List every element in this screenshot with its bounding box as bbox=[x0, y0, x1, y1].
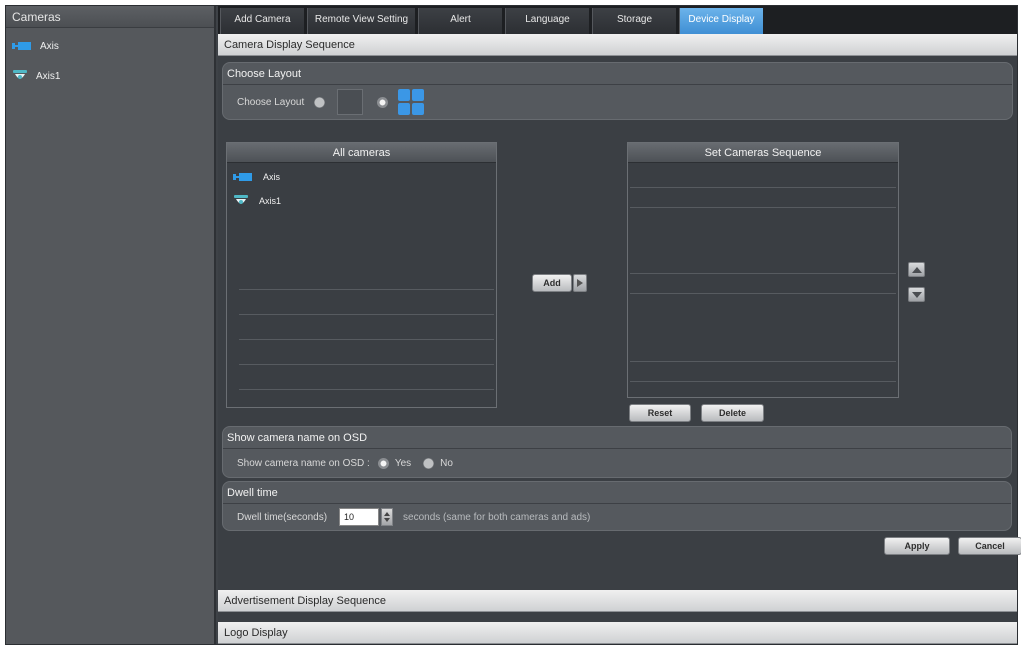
dwell-time-row: Dwell time(seconds) 10 seconds (same for… bbox=[223, 504, 1011, 530]
list-divider bbox=[239, 314, 494, 315]
box-camera-icon bbox=[233, 173, 252, 181]
single-layout-icon[interactable] bbox=[337, 89, 364, 115]
sidebar-title: Cameras bbox=[6, 6, 214, 28]
reset-button[interactable]: Reset bbox=[629, 404, 691, 422]
camera-display-sequence-header[interactable]: Camera Display Sequence bbox=[218, 34, 1017, 56]
move-down-button[interactable] bbox=[908, 287, 925, 302]
list-divider bbox=[630, 207, 896, 208]
list-divider bbox=[239, 364, 494, 365]
cancel-button[interactable]: Cancel bbox=[958, 537, 1021, 555]
single-layout-radio[interactable] bbox=[314, 96, 326, 108]
choose-layout-label: Choose Layout bbox=[237, 96, 305, 108]
tab-storage[interactable]: Storage bbox=[592, 8, 676, 34]
all-cameras-panel: All cameras Axis Axis1 bbox=[226, 142, 497, 408]
dwell-time-input[interactable]: 10 bbox=[339, 508, 380, 526]
list-divider bbox=[630, 187, 896, 188]
osd-no-label: No bbox=[440, 457, 453, 469]
dwell-time-title: Dwell time bbox=[223, 482, 1011, 504]
add-button-label: Add bbox=[543, 278, 561, 288]
sidebar-item-label: Axis1 bbox=[36, 70, 61, 82]
osd-yes-radio[interactable] bbox=[377, 457, 389, 469]
quad-layout-icon[interactable] bbox=[398, 89, 425, 115]
list-divider bbox=[630, 293, 896, 294]
advertisement-display-sequence-header[interactable]: Advertisement Display Sequence bbox=[218, 590, 1017, 612]
move-up-button[interactable] bbox=[908, 262, 925, 277]
chevron-down-icon bbox=[911, 291, 922, 298]
choose-layout-group: Choose Layout Choose Layout bbox=[222, 62, 1013, 120]
dome-camera-icon bbox=[234, 195, 248, 204]
list-divider bbox=[630, 381, 896, 382]
dwell-time-note: seconds (same for both cameras and ads) bbox=[403, 511, 591, 523]
camera-label: Axis bbox=[263, 172, 281, 182]
add-arrow-icon[interactable] bbox=[573, 274, 587, 292]
list-divider bbox=[630, 361, 896, 362]
sidebar-item-axis[interactable]: Axis bbox=[6, 34, 214, 58]
osd-label: Show camera name on OSD : bbox=[237, 457, 370, 469]
main-panel: Camera Display Sequence Choose Layout Ch… bbox=[218, 34, 1021, 644]
sidebar-item-label: Axis bbox=[40, 40, 59, 52]
set-cameras-sequence-panel: Set Cameras Sequence bbox=[627, 142, 899, 398]
choose-layout-row: Choose Layout bbox=[223, 85, 1012, 119]
quad-layout-radio[interactable] bbox=[377, 96, 389, 108]
osd-group: Show camera name on OSD Show camera name… bbox=[222, 426, 1012, 478]
all-cameras-title: All cameras bbox=[227, 143, 496, 163]
sidebar-item-axis1[interactable]: Axis1 bbox=[6, 64, 214, 88]
list-divider bbox=[239, 289, 494, 290]
list-divider bbox=[239, 339, 494, 340]
osd-no-radio[interactable] bbox=[423, 457, 435, 469]
chevron-up-icon bbox=[911, 266, 922, 273]
osd-title: Show camera name on OSD bbox=[223, 427, 1011, 449]
list-divider bbox=[239, 389, 494, 390]
dome-camera-icon bbox=[13, 70, 27, 79]
tab-add-camera[interactable]: Add Camera bbox=[220, 8, 304, 34]
tab-language[interactable]: Language bbox=[505, 8, 589, 34]
camera-label: Axis1 bbox=[259, 196, 282, 206]
tab-alert[interactable]: Alert bbox=[418, 8, 502, 34]
delete-button[interactable]: Delete bbox=[701, 404, 764, 422]
stepper-arrows-icon bbox=[384, 512, 391, 522]
settings-tabs: Add Camera Remote View Setting Alert Lan… bbox=[218, 6, 1017, 34]
all-cameras-item-axis1[interactable]: Axis1 bbox=[227, 189, 496, 213]
list-divider bbox=[630, 273, 896, 274]
logo-display-header[interactable]: Logo Display bbox=[218, 622, 1017, 644]
osd-yes-label: Yes bbox=[394, 457, 412, 469]
app-window: Cameras Axis Axis1 Add Camera Remote Vie… bbox=[5, 5, 1021, 645]
dwell-time-stepper[interactable] bbox=[381, 508, 394, 526]
dwell-time-label: Dwell time(seconds) bbox=[237, 511, 328, 523]
tab-device-display[interactable]: Device Display bbox=[679, 8, 763, 34]
all-cameras-item-axis[interactable]: Axis bbox=[227, 165, 496, 189]
camera-sidebar: Cameras Axis Axis1 bbox=[6, 6, 216, 644]
osd-row: Show camera name on OSD : Yes No bbox=[223, 449, 1011, 477]
dwell-time-group: Dwell time Dwell time(seconds) 10 second… bbox=[222, 481, 1012, 531]
tab-remote-view-setting[interactable]: Remote View Setting bbox=[307, 8, 415, 34]
apply-button[interactable]: Apply bbox=[884, 537, 950, 555]
box-camera-icon bbox=[12, 42, 31, 50]
choose-layout-title: Choose Layout bbox=[223, 63, 1012, 85]
add-button[interactable]: Add bbox=[532, 274, 572, 292]
set-cameras-sequence-title: Set Cameras Sequence bbox=[628, 143, 898, 163]
